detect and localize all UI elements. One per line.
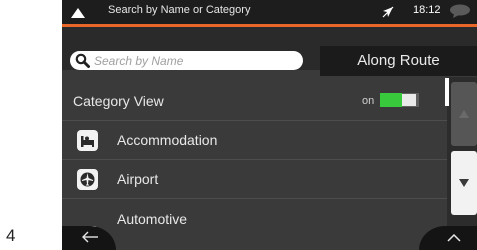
list-item-label: Automotive (117, 211, 188, 227)
list-item-label: Accommodation (117, 132, 218, 148)
bed-icon (77, 130, 98, 151)
screen-title: Search by Name or Category (108, 4, 251, 16)
back-arrow-icon (82, 231, 98, 243)
category-view-label: Category View (73, 93, 164, 109)
scrollbar-thumb[interactable] (445, 78, 449, 106)
chevron-up-icon (447, 234, 461, 242)
back-button[interactable] (62, 226, 116, 250)
scroll-up-icon (459, 110, 469, 118)
scroll-down-button[interactable] (451, 151, 477, 215)
search-field[interactable] (70, 51, 303, 70)
page-number: 4 (6, 226, 16, 245)
along-route-button[interactable]: Along Route (320, 46, 477, 76)
toggle-fill (380, 93, 402, 107)
list-item-accommodation[interactable]: Accommodation (62, 121, 447, 160)
scroll-top-button[interactable] (419, 226, 477, 250)
category-view-toggle[interactable] (380, 93, 419, 107)
search-input[interactable] (94, 52, 294, 69)
up-arrow-icon[interactable] (71, 5, 85, 23)
bottom-bar (62, 226, 477, 250)
list-item-airport[interactable]: Airport (62, 160, 447, 199)
clock: 18:12 (413, 4, 441, 16)
category-list: Category View on Accommodation Airport A… (62, 82, 447, 250)
scroll-up-button[interactable] (451, 82, 477, 146)
list-item-label: Airport (117, 171, 159, 187)
category-view-row[interactable]: Category View on (62, 82, 447, 121)
navigation-device-screen: Search by Name or Category 18:12 Search … (62, 0, 477, 250)
search-icon (75, 53, 90, 73)
status-bar: Search by Name or Category 18:12 (62, 0, 477, 27)
scroll-down-icon (459, 179, 469, 187)
toggle-state-label: on (362, 95, 375, 107)
message-icon[interactable] (449, 4, 471, 23)
toggle-knob[interactable] (402, 94, 416, 106)
gps-signal-icon (382, 5, 394, 23)
airplane-icon (77, 169, 98, 190)
